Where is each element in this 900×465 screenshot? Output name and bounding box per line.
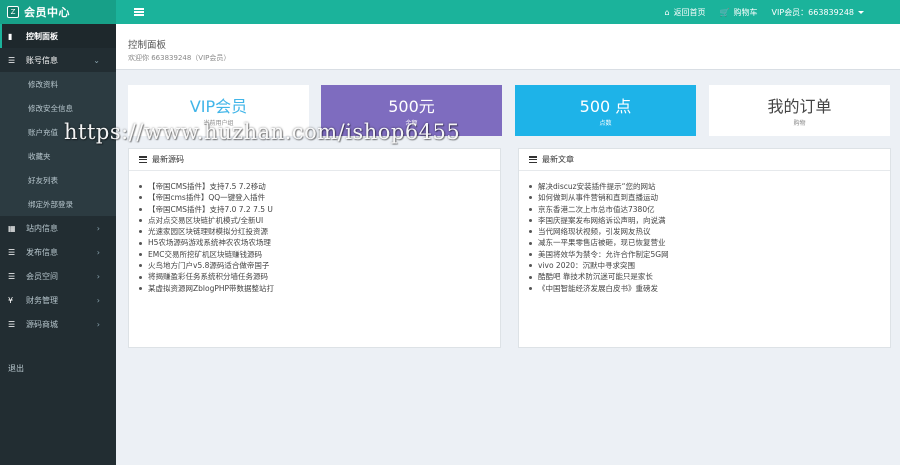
sidebar-item-space[interactable]: ☰ 会员空间 › xyxy=(0,264,116,288)
user-label: VIP会员：663839248 xyxy=(771,7,854,17)
list-item[interactable]: 减东一平果零售店被砸，现已恢复营业 xyxy=(529,237,890,248)
page-header: 控制面板 欢迎你 663839248（VIP会员） xyxy=(116,24,900,70)
list-item[interactable]: 《中国智能经济发展白皮书》重磅发 xyxy=(529,283,890,294)
stat-value: 500 点 xyxy=(579,97,632,116)
submenu-bind-login[interactable]: 绑定外部登录 xyxy=(0,192,116,216)
list-item[interactable]: 光速家园区块链理财模拟分红投资源 xyxy=(139,226,500,237)
home-icon: ⌂ xyxy=(664,7,670,17)
user-menu[interactable]: VIP会员：663839248 xyxy=(772,7,864,18)
list-item[interactable]: vivo 2020：沉默中寻求突围 xyxy=(529,260,890,271)
submenu-friends[interactable]: 好友列表 xyxy=(0,168,116,192)
stat-value: 500元 xyxy=(388,97,435,116)
list-icon xyxy=(529,156,537,163)
bar-chart-icon: ▮ xyxy=(8,31,13,41)
account-submenu: 修改资料 修改安全信息 账户充值 收藏夹 好友列表 绑定外部登录 xyxy=(0,72,116,216)
sidebar-item-finance[interactable]: ¥ 财务管理 › xyxy=(0,288,116,312)
caret-down-icon xyxy=(858,10,864,14)
home-link[interactable]: ⌂ 返回首页 xyxy=(664,7,705,18)
watermark-text: https://www.huzhan.com/ishop6455 xyxy=(64,120,461,144)
panel-title: 最新文章 xyxy=(542,155,574,164)
sidebar-item-shop[interactable]: ☰ 源码商城 › xyxy=(0,312,116,336)
chevron-right-icon: › xyxy=(96,271,100,281)
sidebar-item-messages[interactable]: ▦ 站内信息 › xyxy=(0,216,116,240)
list-item[interactable]: H5农场源码游戏系统神农农场农场理 xyxy=(139,237,500,248)
sidebar-item-label: 发布信息 xyxy=(26,247,58,257)
chevron-right-icon: › xyxy=(96,319,100,329)
list-item[interactable]: 解决discuz安装插件提示“您的网站 xyxy=(529,181,890,192)
list-item[interactable]: 如何做到从事件营销和直到直播运动 xyxy=(529,192,890,203)
list-icon: ☰ xyxy=(8,271,16,281)
page-subtitle: 欢迎你 663839248（VIP会员） xyxy=(128,54,231,62)
list-item[interactable]: 【帝国cms插件】QQ一键登入插件 xyxy=(139,192,500,203)
logo-icon: Z xyxy=(7,6,19,18)
list-item[interactable]: 【帝国CMS插件】支持7.5 7.2移动 xyxy=(139,181,500,192)
home-link-label: 返回首页 xyxy=(673,7,706,17)
latest-source-panel: 最新源码 【帝国CMS插件】支持7.5 7.2移动 【帝国cms插件】QQ一键登… xyxy=(128,148,501,348)
chevron-down-icon: ⌄ xyxy=(93,55,100,65)
list-item[interactable]: 当代网络现状视频，引发网友热议 xyxy=(529,226,890,237)
list-item[interactable]: 火鸟地方门户v5.8源码适合做帝国子 xyxy=(139,260,500,271)
list-item[interactable]: 【帝国CMS插件】支持7.0 7.2 7.5 U xyxy=(139,204,500,215)
stat-value: 我的订单 xyxy=(767,97,832,116)
list-icon: ☰ xyxy=(8,247,16,257)
list-item[interactable]: 某虚拟资源网ZblogPHP带数据整站打 xyxy=(139,283,500,294)
sidebar-item-label: 控制面板 xyxy=(26,31,58,41)
list-item[interactable]: 点对点交易区块链扩机模式/全新UI xyxy=(139,215,500,226)
chevron-right-icon: › xyxy=(96,247,100,257)
articles-list: 解决discuz安装插件提示“您的网站 如何做到从事件营销和直到直播运动 京东香… xyxy=(519,171,890,294)
sidebar-item-account[interactable]: ☰ 账号信息 ⌄ xyxy=(0,48,116,72)
logout-link[interactable]: 退出 xyxy=(0,356,116,380)
submenu-security[interactable]: 修改安全信息 xyxy=(0,96,116,120)
sidebar-item-label: 会员空间 xyxy=(26,271,58,281)
list-item[interactable]: 酷酷吧 靠技术防沉迷可能只是家长 xyxy=(529,271,890,282)
chevron-right-icon: › xyxy=(96,223,100,233)
submenu-favorites[interactable]: 收藏夹 xyxy=(0,144,116,168)
stat-card-points[interactable]: 500 点 点数 xyxy=(515,85,696,136)
stat-caption: 购物 xyxy=(793,120,806,127)
panel-header: 最新源码 xyxy=(129,149,500,171)
list-item[interactable]: 京东香港二次上市总市值达7380亿 xyxy=(529,204,890,215)
sidebar: ▮ 控制面板 ☰ 账号信息 ⌄ 修改资料 修改安全信息 账户充值 收藏夹 好友列… xyxy=(0,24,116,465)
list-icon xyxy=(139,156,147,163)
sidebar-item-label: 财务管理 xyxy=(26,295,58,305)
list-item[interactable]: 李国庆提案发布网络诉讼声明，向说满 xyxy=(529,215,890,226)
sidebar-item-label: 站内信息 xyxy=(26,223,58,233)
brand-title: 会员中心 xyxy=(24,6,70,19)
page-title: 控制面板 xyxy=(128,40,167,51)
stat-caption: 点数 xyxy=(599,120,612,127)
panel-title: 最新源码 xyxy=(152,155,184,164)
chevron-right-icon: › xyxy=(96,295,100,305)
sidebar-item-dashboard[interactable]: ▮ 控制面板 xyxy=(0,24,116,48)
list-icon: ☰ xyxy=(8,55,16,65)
list-item[interactable]: 美国将效华为禁令：允许合作制定5G网 xyxy=(529,249,890,260)
submenu-edit-profile[interactable]: 修改资料 xyxy=(0,72,116,96)
yen-icon: ¥ xyxy=(8,295,14,305)
cart-link-label: 购物车 xyxy=(733,7,758,17)
top-nav: ⌂ 返回首页 🛒 购物车 VIP会员：663839248 xyxy=(664,0,864,24)
top-bar: Z 会员中心 ⌂ 返回首页 🛒 购物车 VIP会员：663839248 xyxy=(0,0,900,24)
stat-value: VIP会员 xyxy=(189,97,248,116)
list-item[interactable]: 将揭赚盈彩任务系统积分墙任务源码 xyxy=(139,271,500,282)
list-icon: ☰ xyxy=(8,319,16,329)
stat-card-orders[interactable]: 我的订单 购物 xyxy=(709,85,890,136)
source-list: 【帝国CMS插件】支持7.5 7.2移动 【帝国cms插件】QQ一键登入插件 【… xyxy=(129,171,500,294)
sidebar-item-label: 源码商城 xyxy=(26,319,58,329)
sidebar-item-label: 账号信息 xyxy=(26,55,58,65)
list-item[interactable]: EMC交易所挖矿机区块链赚钱源码 xyxy=(139,249,500,260)
panel-header: 最新文章 xyxy=(519,149,890,171)
cart-icon: 🛒 xyxy=(719,7,730,17)
menu-toggle-icon[interactable] xyxy=(134,6,144,18)
main-content: 控制面板 欢迎你 663839248（VIP会员） VIP会员 当前用户组 50… xyxy=(116,24,900,465)
brand-logo[interactable]: Z 会员中心 xyxy=(0,0,116,24)
grid-icon: ▦ xyxy=(8,223,16,233)
cart-link[interactable]: 🛒 购物车 xyxy=(720,7,758,18)
sidebar-item-publish[interactable]: ☰ 发布信息 › xyxy=(0,240,116,264)
latest-articles-panel: 最新文章 解决discuz安装插件提示“您的网站 如何做到从事件营销和直到直播运… xyxy=(518,148,891,348)
